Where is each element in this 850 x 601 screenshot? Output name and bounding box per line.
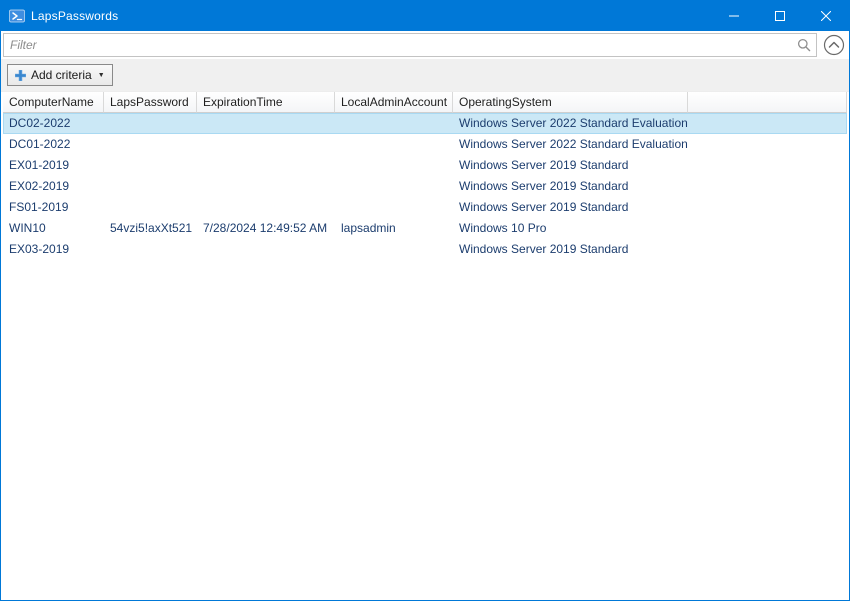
plus-icon	[15, 70, 26, 81]
table-row[interactable]: DC02-2022 Windows Server 2022 Standard Ev…	[3, 113, 847, 134]
titlebar[interactable]: LapsPasswords	[1, 1, 849, 31]
filter-input[interactable]	[3, 33, 817, 57]
table-cell: FS01-2019	[3, 197, 104, 218]
column-header-lapspassword[interactable]: LapsPassword	[104, 92, 197, 113]
table-cell	[335, 176, 453, 197]
window-controls	[711, 1, 849, 31]
column-header-operatingsystem[interactable]: OperatingSystem	[453, 92, 688, 113]
add-criteria-button[interactable]: Add criteria ▼	[7, 64, 113, 86]
table-cell: Windows Server 2019 Standard	[453, 155, 688, 176]
table-cell: 7/28/2024 12:49:52 AM	[197, 218, 335, 239]
table-cell: DC01-2022	[3, 134, 104, 155]
table-cell	[197, 134, 335, 155]
chevron-down-icon: ▼	[98, 72, 105, 79]
powershell-icon	[9, 8, 25, 24]
table-cell: EX03-2019	[3, 239, 104, 260]
table-cell: Windows Server 2019 Standard	[453, 239, 688, 260]
table-cell	[197, 176, 335, 197]
table-row[interactable]: EX02-2019 Windows Server 2019 Standard	[3, 176, 847, 197]
table-cell	[104, 197, 197, 218]
filter-input-wrapper	[3, 33, 817, 57]
table-cell: DC02-2022	[3, 113, 104, 134]
window-title: LapsPasswords	[31, 9, 711, 23]
minimize-button[interactable]	[711, 1, 757, 31]
column-header-computername[interactable]: ComputerName	[3, 92, 104, 113]
table-cell	[335, 113, 453, 134]
collapse-criteria-button[interactable]	[822, 33, 846, 57]
table-cell: WIN10	[3, 218, 104, 239]
table-row[interactable]: DC01-2022 Windows Server 2022 Standard Ev…	[3, 134, 847, 155]
grid-body: DC02-2022 Windows Server 2022 Standard Ev…	[3, 113, 847, 598]
table-cell	[104, 113, 197, 134]
table-cell: Windows Server 2019 Standard	[453, 197, 688, 218]
table-cell	[197, 239, 335, 260]
table-cell: Windows Server 2022 Standard Evaluation	[453, 134, 688, 155]
table-cell	[104, 155, 197, 176]
table-cell	[104, 239, 197, 260]
column-header-expirationtime[interactable]: ExpirationTime	[197, 92, 335, 113]
add-criteria-label: Add criteria	[31, 68, 92, 82]
table-cell	[335, 155, 453, 176]
column-header-filler	[688, 92, 847, 113]
table-cell: Windows Server 2019 Standard	[453, 176, 688, 197]
table-cell: EX01-2019	[3, 155, 104, 176]
grid-header: ComputerName LapsPassword ExpirationTime…	[3, 92, 847, 113]
filter-row	[1, 31, 849, 59]
table-row[interactable]: FS01-2019 Windows Server 2019 Standard	[3, 197, 847, 218]
table-cell: 54vzi5!axXt521	[104, 218, 197, 239]
table-cell: lapsadmin	[335, 218, 453, 239]
criteria-toolbar: Add criteria ▼	[1, 59, 849, 92]
table-cell	[104, 176, 197, 197]
search-icon	[797, 38, 811, 52]
app-window: LapsPasswords	[0, 0, 850, 601]
table-cell	[197, 155, 335, 176]
table-cell	[335, 134, 453, 155]
table-cell	[335, 197, 453, 218]
table-row[interactable]: EX03-2019 Windows Server 2019 Standard	[3, 239, 847, 260]
table-row[interactable]: WIN1054vzi5!axXt5217/28/2024 12:49:52 AM…	[3, 218, 847, 239]
table-cell: EX02-2019	[3, 176, 104, 197]
column-header-localadminaccount[interactable]: LocalAdminAccount	[335, 92, 453, 113]
results-grid: ComputerName LapsPassword ExpirationTime…	[1, 92, 849, 600]
table-cell: Windows 10 Pro	[453, 218, 688, 239]
table-cell	[335, 239, 453, 260]
table-cell: Windows Server 2022 Standard Evaluation	[453, 113, 688, 134]
maximize-button[interactable]	[757, 1, 803, 31]
close-button[interactable]	[803, 1, 849, 31]
table-row[interactable]: EX01-2019 Windows Server 2019 Standard	[3, 155, 847, 176]
table-cell	[104, 134, 197, 155]
table-cell	[197, 197, 335, 218]
table-cell	[197, 113, 335, 134]
